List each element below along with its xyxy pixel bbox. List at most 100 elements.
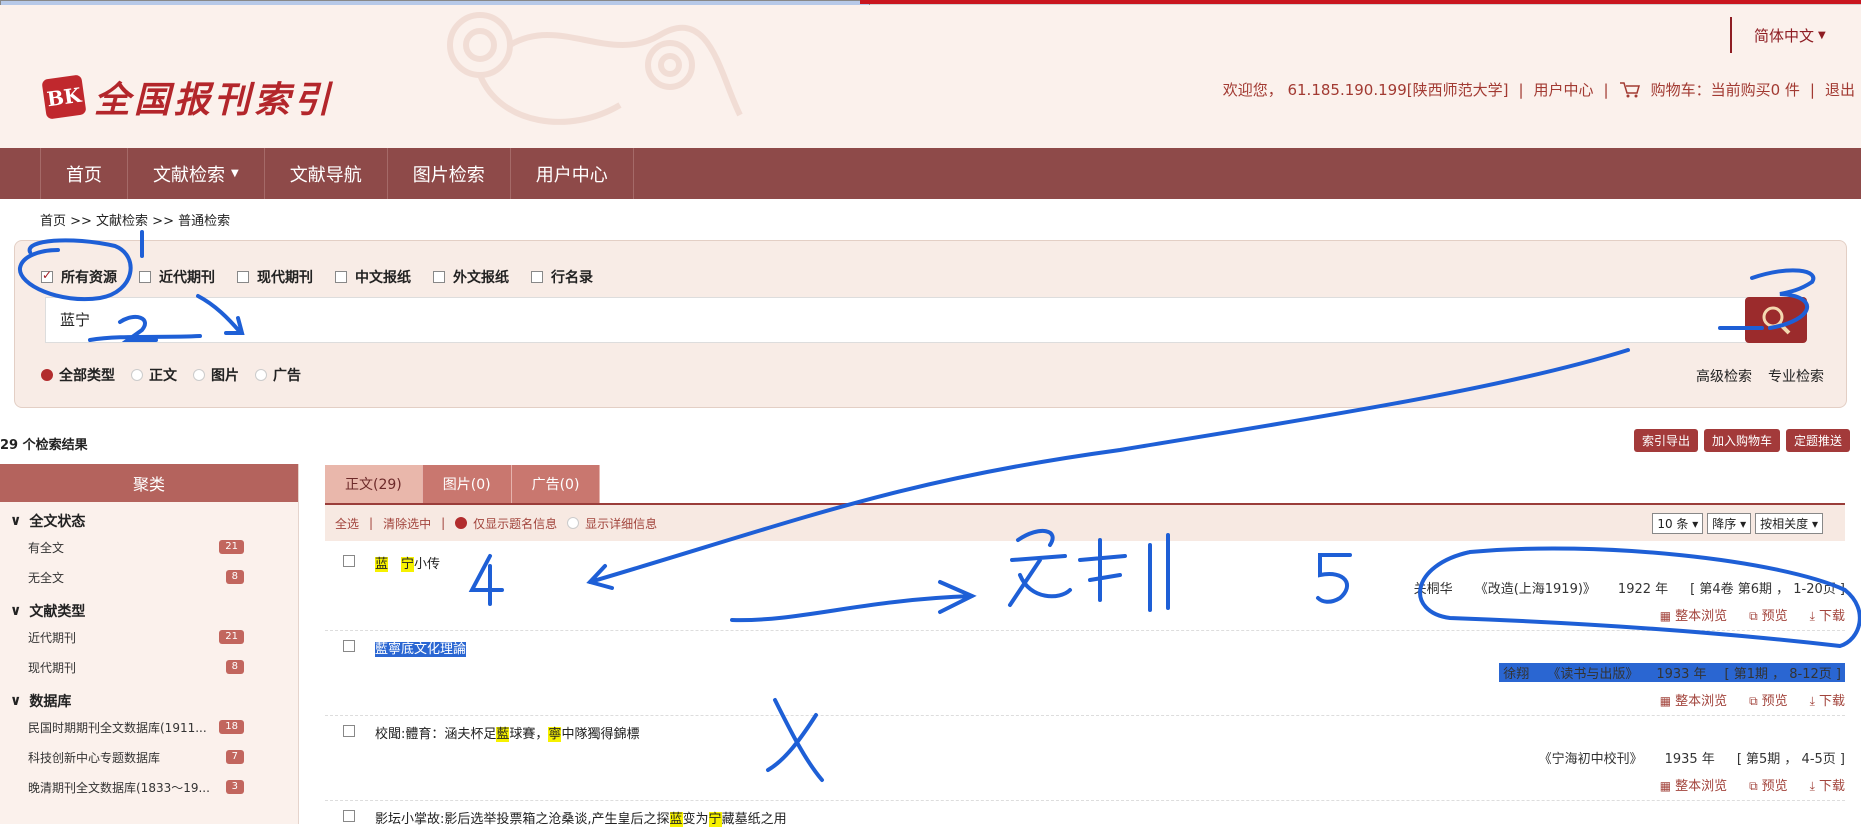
logout-link[interactable]: 退出 xyxy=(1825,79,1855,100)
clear-selection-link[interactable]: 清除选中 xyxy=(383,515,431,532)
per-page-select[interactable]: 10 条 ▾ xyxy=(1652,513,1704,534)
checkbox-contemporary-periodicals[interactable] xyxy=(237,271,249,283)
caret-down-icon: ▼ xyxy=(231,168,239,179)
facet-sidebar: 聚类 ∨ 全文状态 有全文 21 无全文 8 ∨ 文献类型 近代期刊 21 现代期刊 8 ∨… xyxy=(0,464,299,824)
search-input[interactable]: 蓝宁 xyxy=(45,297,1757,343)
grid-icon: ▦ xyxy=(1659,779,1672,793)
user-center-link[interactable]: 用户中心 xyxy=(1534,79,1594,100)
chevron-down-icon: ∨ xyxy=(10,693,22,709)
topic-push-button[interactable]: 定题推送 xyxy=(1785,429,1850,452)
facet-group-database[interactable]: ∨ 数据库 xyxy=(0,682,298,712)
radio-image[interactable] xyxy=(193,369,205,381)
radio-label: 仅显示题名信息 xyxy=(473,516,558,531)
download-icon: ⤓ xyxy=(1809,694,1815,708)
grid-icon: ▦ xyxy=(1659,694,1672,708)
expert-search-link[interactable]: 专业检索 xyxy=(1768,366,1824,386)
download-button[interactable]: ⤓ 下载 xyxy=(1810,775,1845,794)
result-title[interactable]: 校聞:體育：涵夫杯足藍球賽，寧中隊獨得錦標 xyxy=(375,723,639,742)
checkbox-chinese-newspapers[interactable] xyxy=(335,271,347,283)
radio-label: 显示详细信息 xyxy=(585,516,658,531)
facet-item[interactable]: 近代期刊 21 xyxy=(0,622,298,652)
radio-title-only[interactable] xyxy=(455,517,468,529)
welcome-text: 欢迎您， 61.185.190.199[陕西师范大学] xyxy=(1222,81,1509,99)
nav-literature-navigation[interactable]: 文献导航 xyxy=(265,148,388,199)
sort-select[interactable]: 按相关度 ▾ xyxy=(1755,513,1823,534)
radio-show-details[interactable] xyxy=(567,517,580,529)
journal[interactable]: 《宁海初中校刊》 xyxy=(1539,748,1643,767)
tab-images[interactable]: 图片(0) xyxy=(422,465,512,503)
count-badge: 3 xyxy=(225,780,244,794)
preview-button[interactable]: ⧉ 预览 xyxy=(1749,690,1788,709)
browse-button[interactable]: ▦ 整本浏览 xyxy=(1660,775,1727,794)
tab-text[interactable]: 正文(29) xyxy=(325,465,423,503)
nav-label: 图片检索 xyxy=(412,164,485,186)
search-button[interactable] xyxy=(1745,297,1807,343)
nav-home[interactable]: 首页 xyxy=(40,148,128,199)
checkbox-foreign-newspapers[interactable] xyxy=(433,271,445,283)
radio-label: 正文 xyxy=(149,368,177,384)
breadcrumb[interactable]: 首页 >> 文献检索 >> 普通检索 xyxy=(40,210,230,229)
result-title[interactable]: 蓝 宁小传 xyxy=(375,553,440,572)
preview-button[interactable]: ⧉ 预览 xyxy=(1749,605,1788,624)
checkbox-all-sources[interactable] xyxy=(41,268,53,283)
select-all-link[interactable]: 全选 xyxy=(335,515,359,532)
count-badge: 7 xyxy=(225,750,244,764)
browse-button[interactable]: ▦ 整本浏览 xyxy=(1660,605,1727,624)
export-index-button[interactable]: 索引导出 xyxy=(1633,429,1698,452)
result-meta: 《宁海初中校刊》 1935 年 [ 第5期 ， 4-5页 ] xyxy=(1539,748,1845,767)
site-logo[interactable]: BK 全国报刊索引 xyxy=(41,71,334,123)
action-label: 整本浏览 xyxy=(1675,779,1728,794)
journal[interactable]: 《改造(上海1919)》 xyxy=(1475,578,1596,597)
radio-ad[interactable] xyxy=(255,369,267,381)
title-fragment: 底文化理論 xyxy=(401,642,467,657)
title-fragment: 变为 xyxy=(682,812,709,827)
download-button[interactable]: ⤓ 下载 xyxy=(1810,690,1845,709)
result-checkbox[interactable] xyxy=(343,810,355,822)
facet-item[interactable]: 有全文 21 xyxy=(0,532,298,562)
result-checkbox[interactable] xyxy=(343,555,355,567)
action-label: 预览 xyxy=(1761,609,1788,624)
facet-group-doctype[interactable]: ∨ 文献类型 xyxy=(0,592,298,622)
facet-label: 有全文 xyxy=(28,540,65,555)
download-button[interactable]: ⤓ 下载 xyxy=(1810,605,1845,624)
result-item-actions: ▦ 整本浏览 ⧉ 预览 ⤓ 下载 xyxy=(1660,605,1845,624)
checkbox-label: 外文报纸 xyxy=(453,270,509,286)
radio-all-types[interactable] xyxy=(41,369,53,381)
author[interactable]: 关桐华 xyxy=(1414,578,1453,597)
browse-button[interactable]: ▦ 整本浏览 xyxy=(1660,690,1727,709)
facet-group-label: 文献类型 xyxy=(29,604,86,620)
add-to-cart-button[interactable]: 加入购物车 xyxy=(1703,429,1780,452)
result-toolbar: 全选 | 清除选中 | 仅显示题名信息 显示详细信息 10 条 ▾ 降序 ▾ 按… xyxy=(325,505,1845,541)
nav-user-center[interactable]: 用户中心 xyxy=(511,148,634,199)
preview-button[interactable]: ⧉ 预览 xyxy=(1749,775,1788,794)
title-fragment: 寧 xyxy=(388,642,402,657)
title-fragment: 藍 xyxy=(375,642,389,657)
radio-text[interactable] xyxy=(131,369,143,381)
type-filters: 全部类型 正文 图片 广告 xyxy=(41,365,311,385)
nav-image-search[interactable]: 图片检索 xyxy=(388,148,511,199)
checkbox-directories[interactable] xyxy=(531,271,543,283)
radio-label: 广告 xyxy=(273,368,301,384)
checkbox-modern-periodicals[interactable] xyxy=(139,271,151,283)
cart-icon[interactable] xyxy=(1619,81,1641,99)
facet-item[interactable]: 现代期刊 8 xyxy=(0,652,298,682)
language-selector[interactable]: 简体中文 ▼ xyxy=(1730,17,1861,53)
advanced-search-link[interactable]: 高级检索 xyxy=(1696,366,1752,386)
order-select[interactable]: 降序 ▾ xyxy=(1707,513,1752,534)
result-title[interactable]: 影坛小掌故:影后选举投票箱之沧桑谈,产生皇后之探蓝变为宁藏墓纸之用 xyxy=(375,808,787,827)
facet-item[interactable]: 民国时期期刊全文数据库(1911... 18 xyxy=(0,712,298,742)
tab-ads[interactable]: 广告(0) xyxy=(511,465,601,503)
facet-item[interactable]: 无全文 8 xyxy=(0,562,298,592)
facet-item[interactable]: 科技创新中心专题数据库 7 xyxy=(0,742,298,772)
author[interactable]: 徐翔 xyxy=(1503,663,1529,682)
result-checkbox[interactable] xyxy=(343,640,355,652)
results-count: 29 个检索结果 xyxy=(0,438,88,453)
result-title[interactable]: 藍寧底文化理論 xyxy=(375,638,467,657)
journal[interactable]: 《读书与出版》 xyxy=(1547,663,1638,682)
facet-group-fulltext[interactable]: ∨ 全文状态 xyxy=(0,502,298,532)
facet-item[interactable]: 晚清期刊全文数据库(1833～19... 3 xyxy=(0,772,298,802)
nav-literature-search[interactable]: 文献检索 ▼ xyxy=(128,148,265,199)
cart-link[interactable]: 购物车：当前购买0 件 xyxy=(1651,79,1800,100)
user-bar: 欢迎您， 61.185.190.199[陕西师范大学] | 用户中心 | 购物车… xyxy=(1223,79,1855,100)
result-checkbox[interactable] xyxy=(343,725,355,737)
